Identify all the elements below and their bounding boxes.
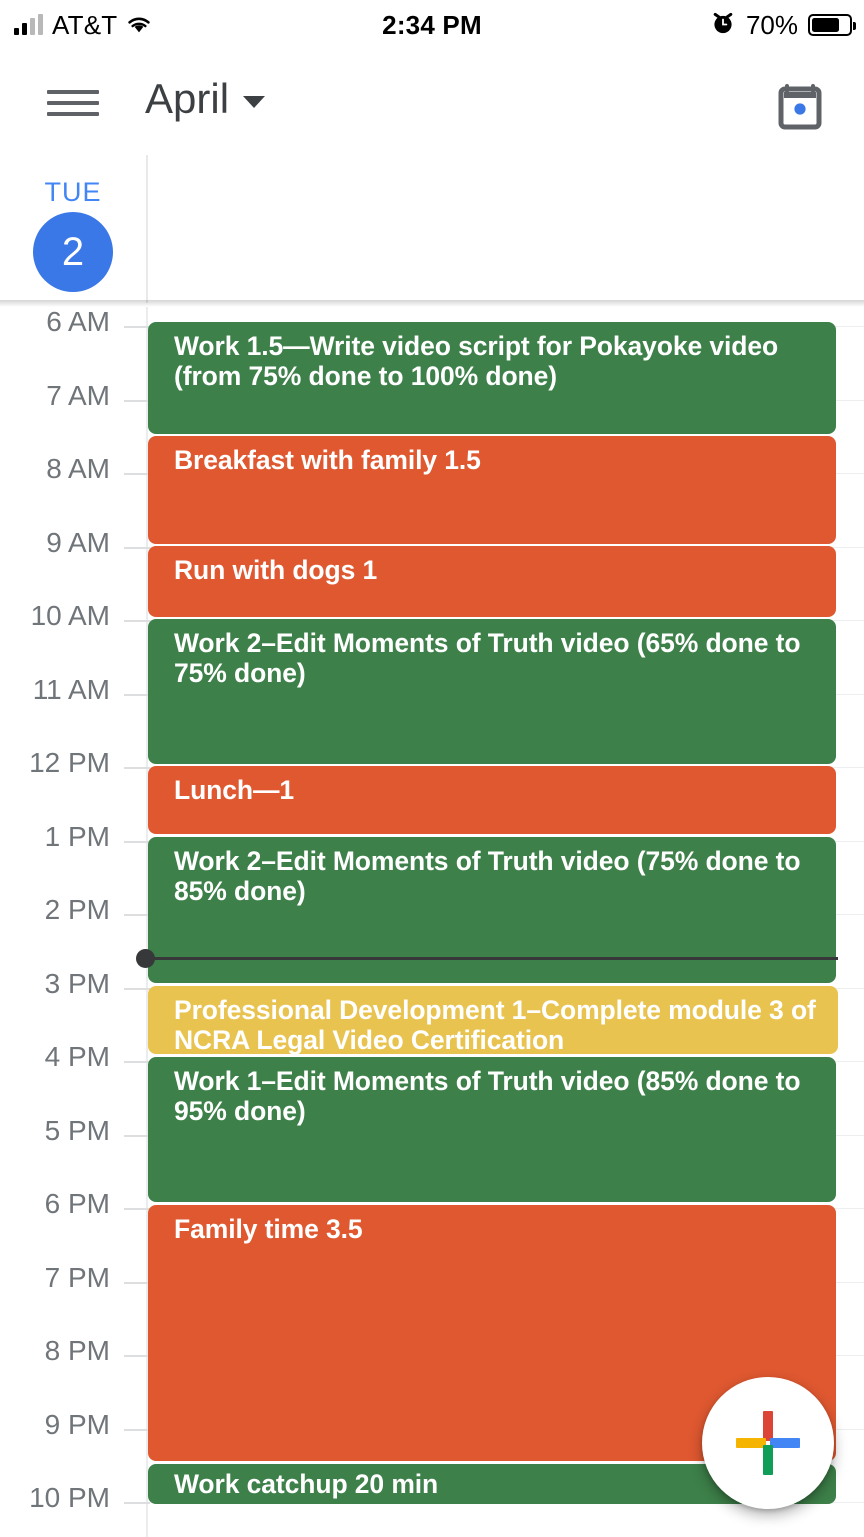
calendar-event-title: Professional Development 1–Complete modu… <box>174 995 816 1054</box>
calendar-event[interactable]: Work 2–Edit Moments of Truth video (65% … <box>148 619 836 764</box>
alarm-clock-icon <box>710 10 736 41</box>
status-bar-right: 70% <box>710 0 856 50</box>
calendar-event-title: Work 1.5—Write video script for Pokayoke… <box>174 331 779 391</box>
events-layer: Work 1.5—Write video script for Pokayoke… <box>0 307 864 1537</box>
status-bar: AT&T 2:34 PM 70% <box>0 0 864 50</box>
app-bar: April <box>0 50 864 155</box>
day-header-divider <box>146 155 148 303</box>
battery-percent: 70% <box>745 9 798 40</box>
calendar-event[interactable]: Work 1.5—Write video script for Pokayoke… <box>148 322 836 434</box>
day-of-week-label[interactable]: TUE <box>0 177 146 208</box>
battery-icon <box>808 14 856 36</box>
month-selector-button[interactable]: April <box>145 75 266 123</box>
month-label: April <box>145 75 230 122</box>
calendar-event-title: Breakfast with family 1.5 <box>174 445 481 475</box>
time-grid[interactable]: 6 AM 7 AM 8 AM 9 AM 10 AM 11 AM 12 PM 1 PM 2 PM 3… <box>0 307 864 1537</box>
calendar-event-title: Lunch—1 <box>174 775 295 805</box>
current-time-line <box>138 957 838 960</box>
calendar-event-title: Work 2–Edit Moments of Truth video (75% … <box>174 846 801 906</box>
calendar-event[interactable]: Breakfast with family 1.5 <box>148 436 836 544</box>
calendar-event[interactable]: Work 1–Edit Moments of Truth video (85% … <box>148 1057 836 1202</box>
create-event-fab[interactable] <box>702 1377 834 1509</box>
hamburger-menu-icon[interactable] <box>47 90 99 116</box>
day-header: TUE <box>0 155 864 307</box>
calendar-event-title: Run with dogs 1 <box>174 555 378 585</box>
calendar-today-icon[interactable] <box>778 82 822 130</box>
calendar-event-title: Family time 3.5 <box>174 1214 363 1244</box>
calendar-event[interactable]: Work 2–Edit Moments of Truth video (75% … <box>148 837 836 983</box>
calendar-event-title: Work 2–Edit Moments of Truth video (65% … <box>174 628 801 688</box>
calendar-event-title: Work 1–Edit Moments of Truth video (85% … <box>174 1066 801 1126</box>
calendar-event[interactable]: Lunch—1 <box>148 766 836 834</box>
calendar-day-view-screen: AT&T 2:34 PM 70% April TUE 2 6 AM 7 AM 8… <box>0 0 864 1537</box>
calendar-event[interactable]: Run with dogs 1 <box>148 546 836 617</box>
chevron-down-icon <box>243 96 266 108</box>
calendar-event[interactable]: Professional Development 1–Complete modu… <box>148 986 838 1054</box>
status-bar-clock: 2:34 PM <box>382 9 482 40</box>
today-date-badge[interactable]: 2 <box>33 212 113 292</box>
current-time-dot <box>136 949 155 968</box>
plus-icon <box>736 1411 800 1475</box>
